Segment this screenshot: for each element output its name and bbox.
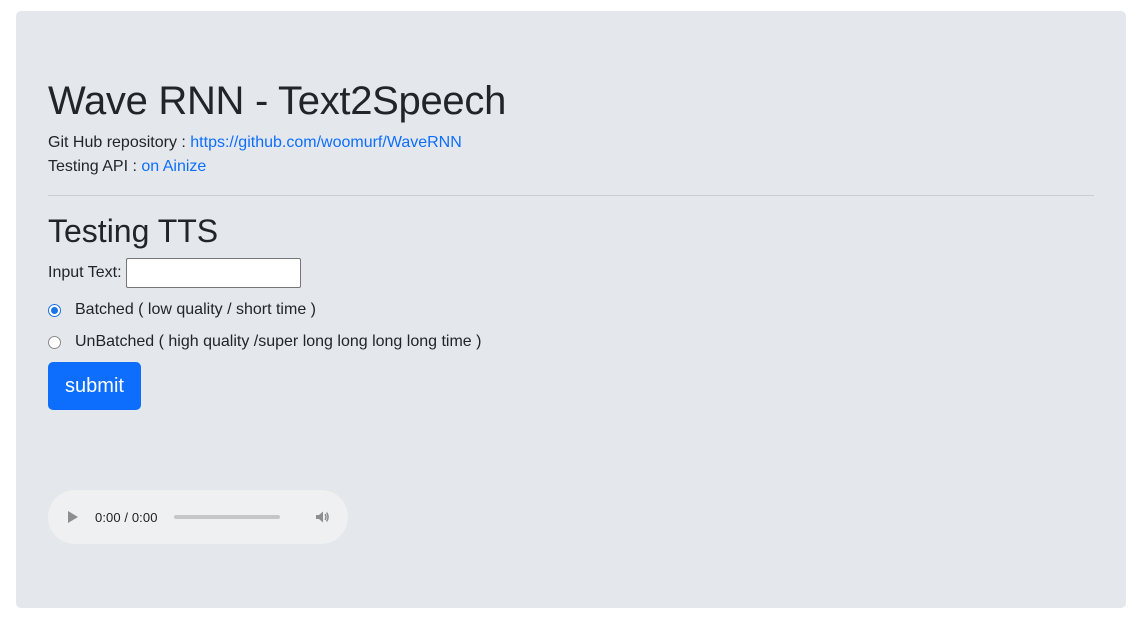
radio-option-unbatched[interactable]: UnBatched ( high quality /super long lon… <box>48 330 481 354</box>
radio-option-batched[interactable]: Batched ( low quality / short time ) <box>48 298 316 322</box>
text-input[interactable] <box>125 258 301 288</box>
repo-link[interactable]: https://github.com/woomurf/WaveRNN <box>190 134 462 151</box>
submit-button[interactable]: submit <box>48 362 141 410</box>
section-title: Testing TTS <box>48 213 219 249</box>
radio-unbatched-label: UnBatched ( high quality /super long lon… <box>75 333 482 350</box>
input-label: Input Text: <box>48 264 122 281</box>
volume-icon[interactable] <box>314 509 330 525</box>
repo-line: Git Hub repository : https://github.com/… <box>48 131 462 155</box>
radio-batched[interactable] <box>48 303 61 317</box>
audio-progress-track[interactable] <box>173 515 280 519</box>
repo-label: Git Hub repository : <box>48 134 186 151</box>
radio-unbatched[interactable] <box>48 335 61 349</box>
audio-player: 0:00 / 0:00 <box>48 490 348 544</box>
radio-batched-label: Batched ( low quality / short time ) <box>75 301 316 318</box>
divider <box>48 195 1094 196</box>
api-line: Testing API : on Ainize <box>48 155 206 179</box>
main-panel: Wave RNN - Text2Speech Git Hub repositor… <box>16 11 1126 608</box>
api-link[interactable]: on Ainize <box>141 158 206 175</box>
audio-time: 0:00 / 0:00 <box>95 509 158 525</box>
input-row: Input Text: <box>48 258 301 288</box>
page-title: Wave RNN - Text2Speech <box>48 79 507 123</box>
play-icon[interactable] <box>68 511 78 523</box>
api-label: Testing API : <box>48 158 137 175</box>
